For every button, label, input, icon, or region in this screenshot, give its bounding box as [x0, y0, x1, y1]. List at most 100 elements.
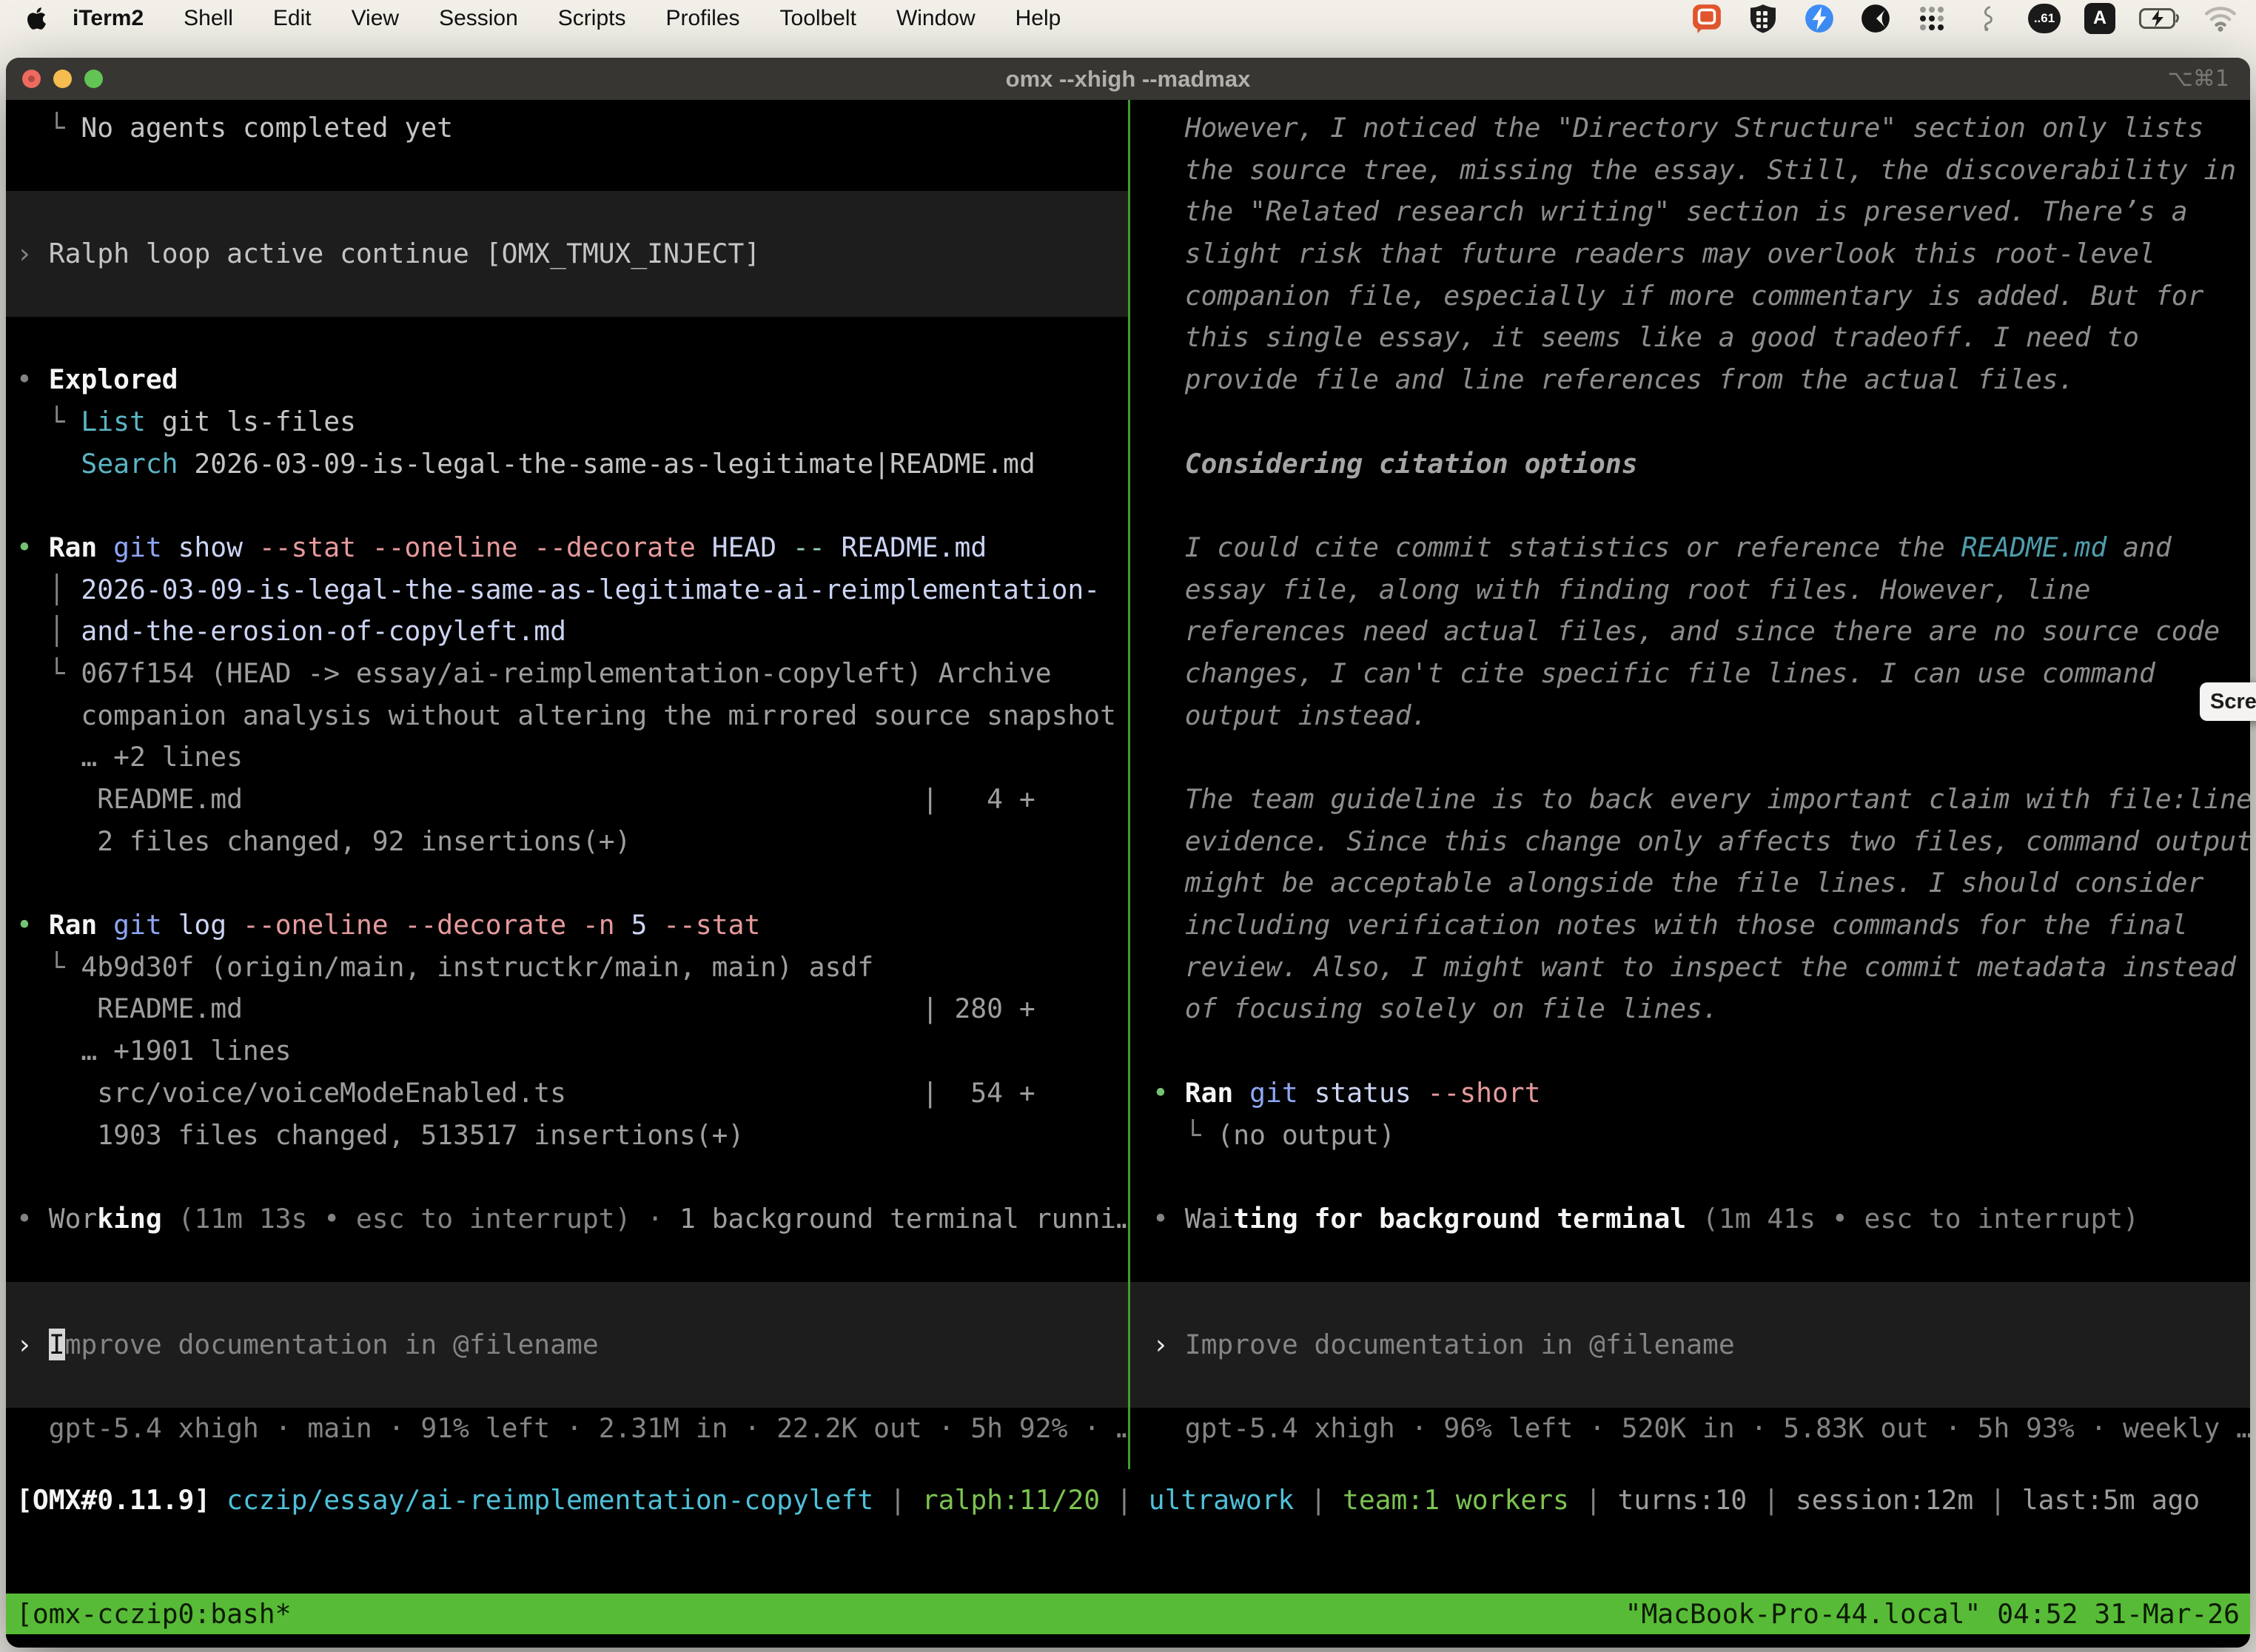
terminal-line: [6, 862, 1128, 904]
output-block: gpt-5.4 xhigh · 96% left · 520K in · 5.8…: [1130, 1408, 2250, 1450]
window-titlebar[interactable]: omx --xhigh --madmax ⌥⌘1: [6, 58, 2250, 100]
right-pane-content: However, I noticed the "Directory Struct…: [1130, 100, 2250, 1450]
terminal-line: [6, 275, 1128, 318]
output-block: However, I noticed the "Directory Struct…: [1130, 107, 2250, 1282]
terminal-line: • Waiting for background terminal (1m 41…: [1130, 1198, 2250, 1240]
output-block: gpt-5.4 xhigh · main · 91% left · 2.31M …: [6, 1408, 1128, 1450]
terminal-line: │ and-the-erosion-of-copyleft.md: [6, 611, 1128, 653]
menu-item-profiles[interactable]: Profiles: [645, 0, 759, 36]
terminal-line: [6, 1366, 1128, 1408]
wifi-icon[interactable]: [2204, 2, 2237, 35]
prompt-input-box[interactable]: › Ralph loop active continue [OMX_TMUX_I…: [6, 191, 1128, 317]
terminal-line: [1130, 1156, 2250, 1198]
percent-badge-icon[interactable]: ..61: [2028, 4, 2061, 33]
menu-item-shell[interactable]: Shell: [164, 0, 253, 36]
close-button[interactable]: [22, 70, 41, 88]
terminal-line: of focusing solely on file lines.: [1130, 988, 2250, 1030]
terminal-line: evidence. Since this change only affects…: [1130, 821, 2250, 863]
tmux-session-label: [omx-cczip0:bash*: [16, 1598, 292, 1630]
terminal-line: [1130, 1366, 2250, 1408]
terminal-line: [1130, 1282, 2250, 1324]
tab-shortcut-label: ⌥⌘1: [2167, 58, 2229, 100]
terminal-line: [6, 1282, 1128, 1324]
shield-icon[interactable]: [1747, 2, 1779, 35]
messages-icon[interactable]: [1691, 2, 1723, 35]
terminal-line: The team guideline is to back every impo…: [1130, 779, 2250, 821]
screen-share-pill[interactable]: Scre: [2200, 682, 2256, 721]
output-block: └ No agents completed yet: [6, 107, 1128, 191]
minimize-button[interactable]: [53, 70, 72, 88]
terminal-line: including verification notes with those …: [1130, 904, 2250, 947]
terminal-line: Search 2026-03-09-is-legal-the-same-as-l…: [6, 443, 1128, 486]
window-title: omx --xhigh --madmax: [6, 58, 2250, 100]
terminal-line: [1130, 1240, 2250, 1283]
terminal-line: └ No agents completed yet: [6, 107, 1128, 150]
menu-item-iterm2[interactable]: iTerm2: [53, 0, 164, 36]
menu-item-edit[interactable]: Edit: [253, 0, 332, 36]
menu-item-toolbelt[interactable]: Toolbelt: [760, 0, 876, 36]
input-source-icon[interactable]: A: [2084, 3, 2115, 34]
terminal-line: slight risk that future readers may over…: [1130, 233, 2250, 275]
terminal-line: • Explored: [6, 359, 1128, 401]
menu-item-window[interactable]: Window: [876, 0, 996, 36]
menu-item-scripts[interactable]: Scripts: [538, 0, 646, 36]
menu-items: iTerm2ShellEditViewSessionScriptsProfile…: [53, 0, 1081, 36]
terminal-line: companion file, especially if more comme…: [1130, 275, 2250, 318]
left-agent-pane[interactable]: └ No agents completed yet › Ralph loop ac…: [6, 100, 1128, 1469]
screen-record-icon[interactable]: [1859, 2, 1892, 35]
spark-badge-icon[interactable]: [1803, 2, 1836, 35]
terminal-line: • Ran git show --stat --oneline --decora…: [6, 527, 1128, 569]
hook-icon[interactable]: [1972, 2, 2004, 35]
battery-icon[interactable]: [2139, 2, 2181, 35]
terminal-line: [6, 1156, 1128, 1198]
terminal-line: • Ran git log --oneline --decorate -n 5 …: [6, 904, 1128, 947]
terminal-line: gpt-5.4 xhigh · 96% left · 520K in · 5.8…: [1130, 1408, 2250, 1450]
terminal-line: However, I noticed the "Directory Struct…: [1130, 107, 2250, 150]
terminal-line: › Improve documentation in @filename: [6, 1324, 1128, 1366]
terminal-line: └ 067f154 (HEAD -> essay/ai-reimplementa…: [6, 653, 1128, 695]
terminal-area: └ No agents completed yet › Ralph loop ac…: [6, 100, 2250, 1648]
terminal-line: this single essay, it seems like a good …: [1130, 317, 2250, 359]
omx-status-line: [OMX#0.11.9] cczip/essay/ai-reimplementa…: [6, 1480, 2250, 1522]
terminal-line: [1130, 1030, 2250, 1072]
terminal-line: › Ralph loop active continue [OMX_TMUX_I…: [6, 233, 1128, 275]
menu-status-icons: ..61 A: [1691, 2, 2256, 35]
terminal-line: › Improve documentation in @filename: [1130, 1324, 2250, 1366]
terminal-line: src/voice/voiceModeEnabled.ts | 54 +: [6, 1072, 1128, 1115]
zoom-button[interactable]: [84, 70, 103, 88]
terminal-line: 2 files changed, 92 insertions(+): [6, 821, 1128, 863]
terminal-line: the "Related research writing" section i…: [1130, 191, 2250, 233]
terminal-line: companion analysis without altering the …: [6, 695, 1128, 737]
terminal-line: references need actual files, and since …: [1130, 611, 2250, 653]
output-block: • Explored └ List git ls-files Search 20…: [6, 317, 1128, 1282]
traffic-lights: [22, 70, 103, 88]
terminal-line: [6, 150, 1128, 192]
left-pane-content: └ No agents completed yet › Ralph loop ac…: [6, 100, 1128, 1450]
terminal-line: [1130, 401, 2250, 443]
terminal-line: │ 2026-03-09-is-legal-the-same-as-legiti…: [6, 569, 1128, 611]
terminal-line: • Working (11m 13s • esc to interrupt) ·…: [6, 1198, 1128, 1240]
menu-item-help[interactable]: Help: [996, 0, 1081, 36]
apple-logo-icon[interactable]: [27, 6, 47, 31]
terminal-line: • Ran git status --short: [1130, 1072, 2250, 1115]
terminal-line: the source tree, missing the essay. Stil…: [1130, 150, 2250, 192]
menu-item-view[interactable]: View: [332, 0, 419, 36]
prompt-input-box[interactable]: › Improve documentation in @filename: [6, 1282, 1128, 1408]
terminal-line: … +2 lines: [6, 736, 1128, 779]
right-agent-pane[interactable]: However, I noticed the "Directory Struct…: [1130, 100, 2250, 1469]
terminal-line: output instead.: [1130, 695, 2250, 737]
terminal-line: gpt-5.4 xhigh · main · 91% left · 2.31M …: [6, 1408, 1128, 1450]
terminal-line: review. Also, I might want to inspect th…: [1130, 947, 2250, 989]
terminal-line: └ List git ls-files: [6, 401, 1128, 443]
prompt-input-box[interactable]: › Improve documentation in @filename: [1130, 1282, 2250, 1408]
terminal-line: [6, 317, 1128, 359]
terminal-line: └ 4b9d30f (origin/main, instructkr/main,…: [6, 947, 1128, 989]
terminal-line: [OMX#0.11.9] cczip/essay/ai-reimplementa…: [6, 1480, 2250, 1522]
dots-grid-icon[interactable]: [1916, 2, 1948, 35]
terminal-line: [6, 191, 1128, 233]
tmux-status-bar: [omx-cczip0:bash* "MacBook-Pro-44.local"…: [6, 1594, 2250, 1634]
terminal-line: [1130, 485, 2250, 527]
menu-item-session[interactable]: Session: [419, 0, 538, 36]
terminal-line: I could cite commit statistics or refere…: [1130, 527, 2250, 569]
terminal-line: [6, 1240, 1128, 1283]
